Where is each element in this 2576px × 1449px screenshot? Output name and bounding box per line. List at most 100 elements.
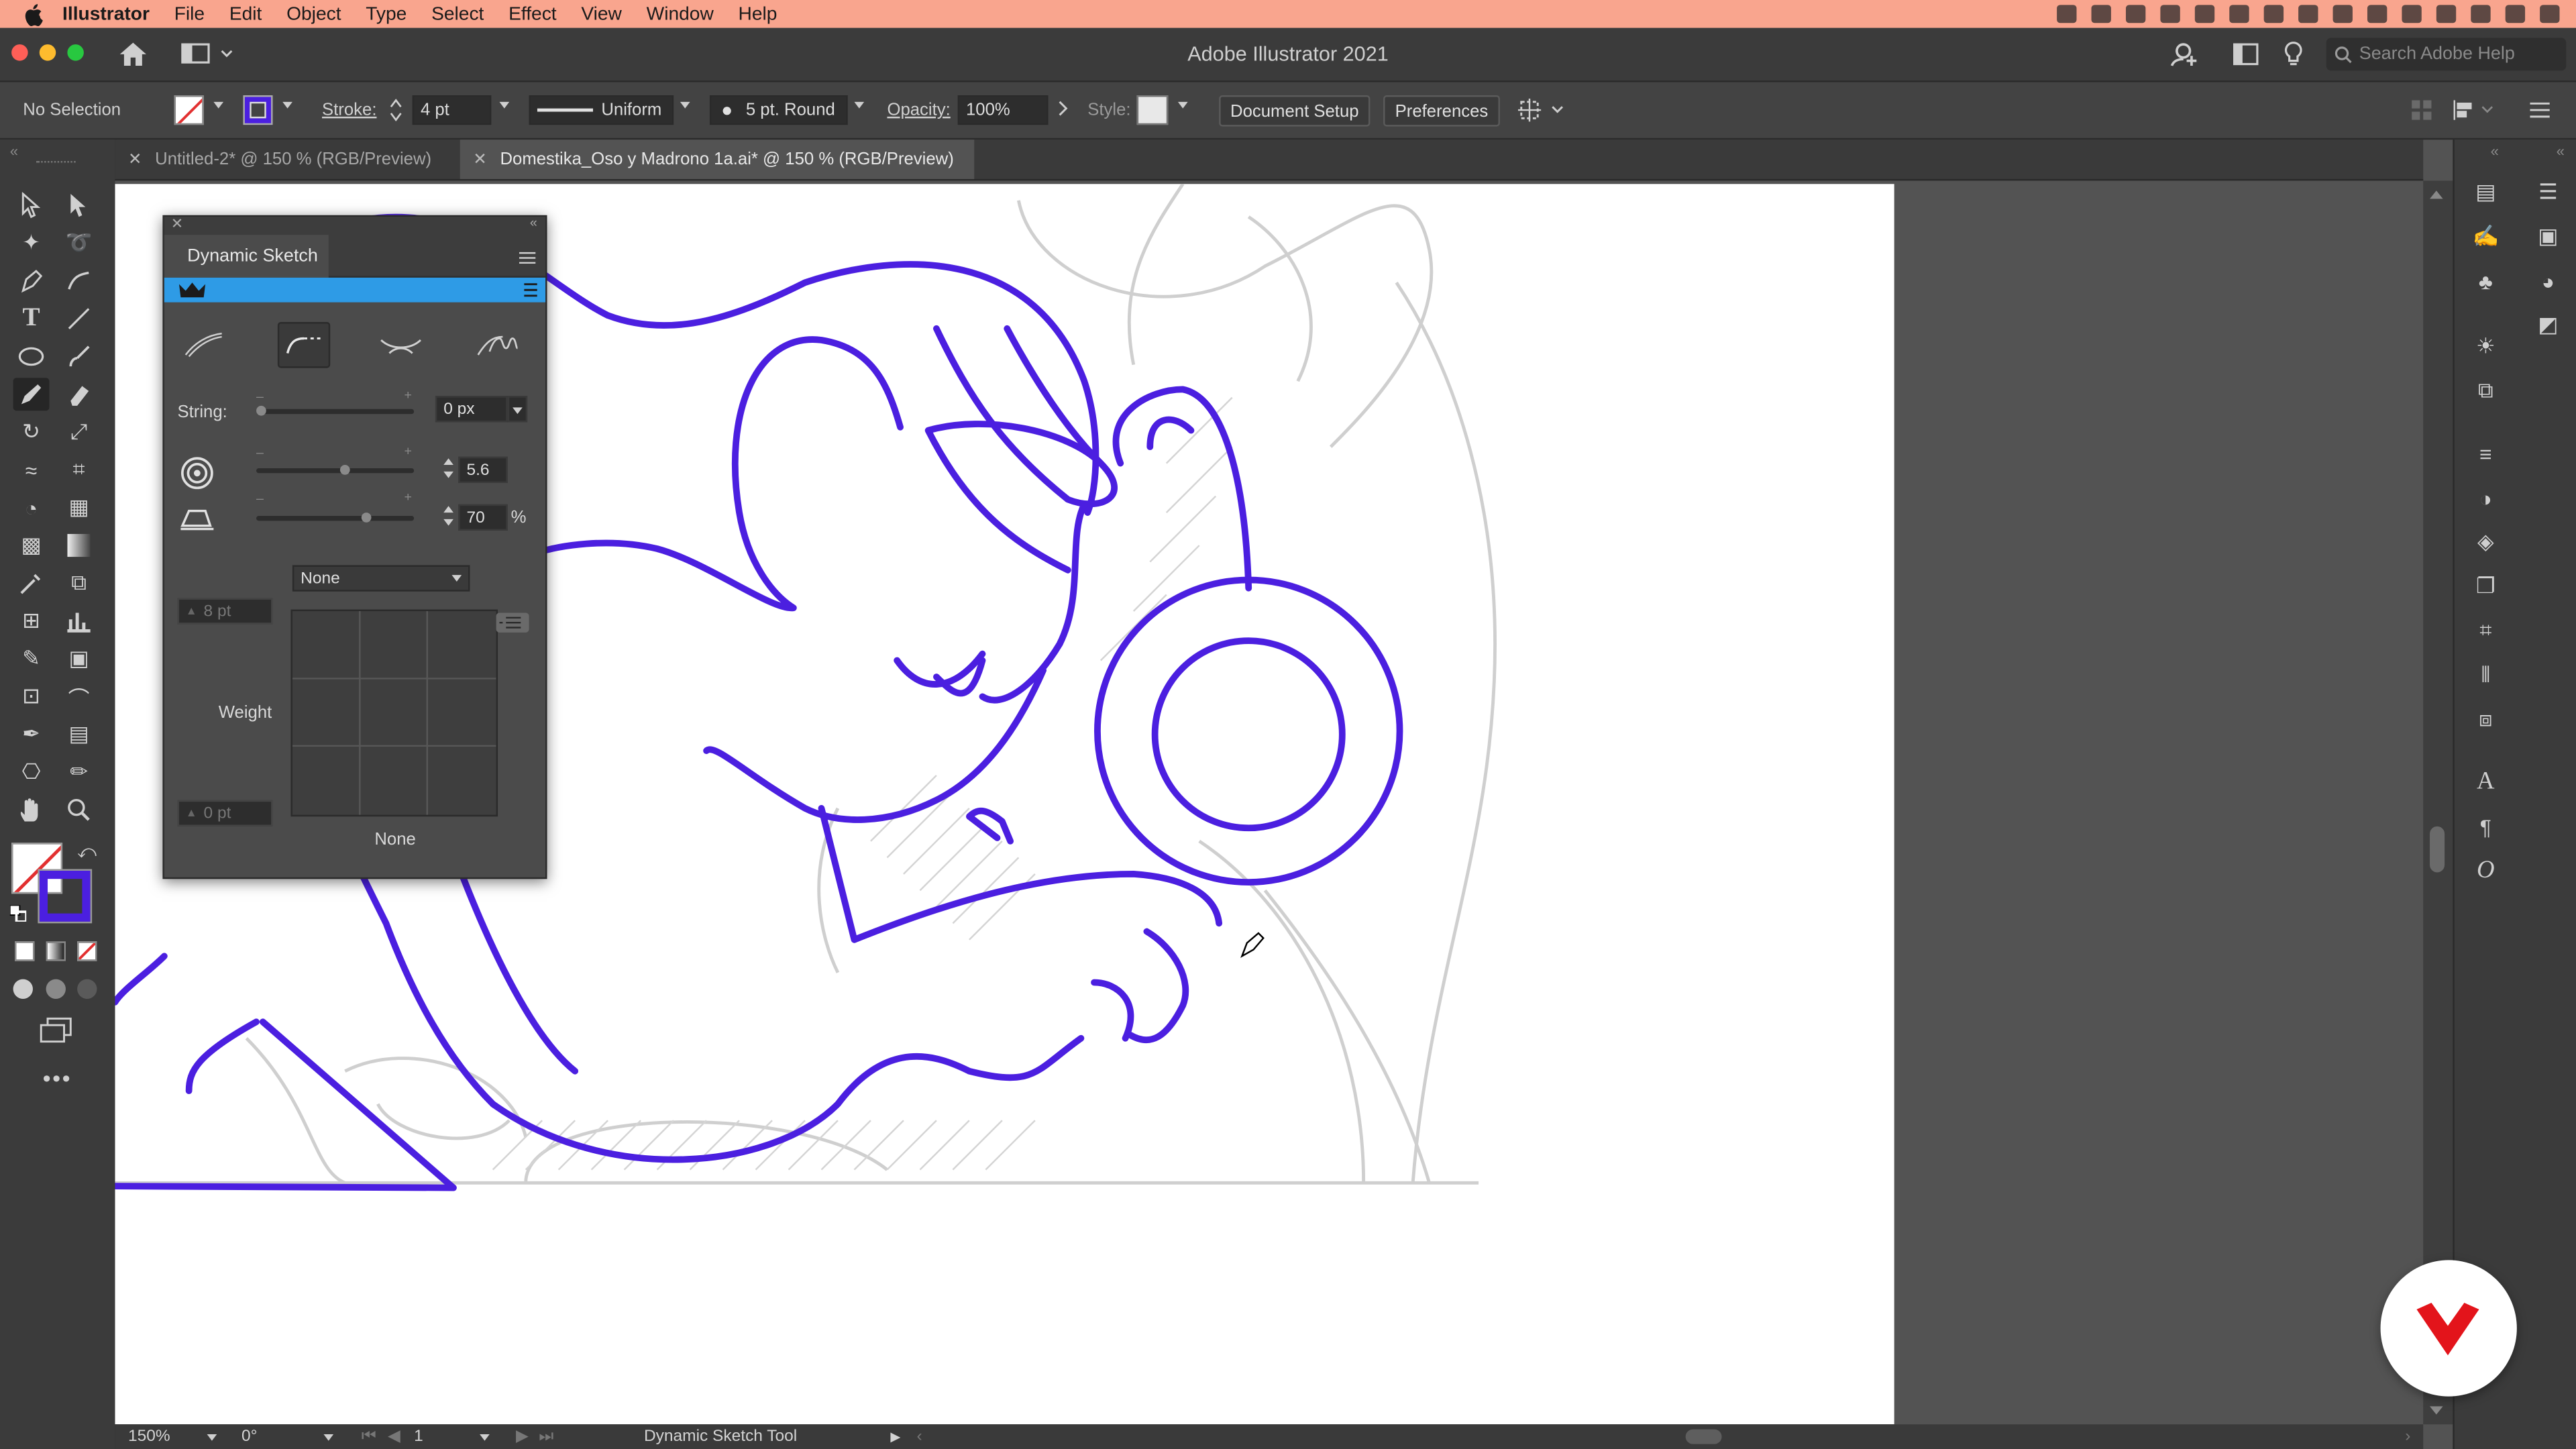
stroke-stepper-icon[interactable] <box>388 95 404 125</box>
min-weight-field[interactable]: ▲ 0 pt <box>177 800 273 826</box>
fill-swatch[interactable] <box>174 95 204 125</box>
selection-tool-icon[interactable] <box>13 189 50 222</box>
string-unit-dropdown[interactable] <box>507 396 528 423</box>
variable-width-profile-field[interactable]: Uniform <box>529 95 674 125</box>
smoothness-value-field[interactable]: 5.6 <box>458 456 508 483</box>
scroll-right-arrow-icon[interactable]: › <box>2405 1428 2410 1446</box>
layers-icon[interactable]: ▣ <box>2533 223 2563 248</box>
status-icon[interactable] <box>2125 5 2146 23</box>
close-panel-icon[interactable]: ✕ <box>171 215 183 233</box>
next-artboard-icon[interactable]: ▶ <box>516 1428 529 1446</box>
zoom-tool-icon[interactable] <box>61 794 97 826</box>
menu-help[interactable]: Help <box>739 4 777 23</box>
last-artboard-icon[interactable]: ⏭ <box>539 1428 553 1446</box>
first-artboard-icon[interactable]: ⏮ <box>362 1428 376 1446</box>
default-colors-icon[interactable] <box>9 904 28 923</box>
ellipse-tool-icon[interactable] <box>13 340 50 373</box>
stroke-swatch[interactable] <box>243 95 273 125</box>
color-mode-icon[interactable] <box>15 941 35 961</box>
status-icon[interactable] <box>2436 5 2457 23</box>
opacity-arrow-icon[interactable] <box>1058 100 1068 121</box>
scroll-thumb[interactable] <box>2430 826 2445 873</box>
type-tool-icon[interactable]: T <box>13 303 50 335</box>
stroke-panel-icon[interactable]: ≡ <box>2471 441 2500 466</box>
profile-dropdown[interactable]: None <box>292 565 470 592</box>
symbols-icon[interactable]: ♣ <box>2471 268 2500 293</box>
pen-tool-alt-icon[interactable]: ✒ <box>13 718 50 751</box>
crop-tool-icon[interactable]: ⊡ <box>13 680 50 713</box>
scroll-up-arrow-icon[interactable] <box>2430 191 2443 199</box>
graphic-styles-icon[interactable]: ⧉ <box>2471 378 2500 402</box>
perspective-grid-tool-icon[interactable]: ▦ <box>61 491 97 524</box>
discover-icon[interactable] <box>2284 41 2303 72</box>
document-setup-button[interactable]: Document Setup <box>1219 95 1371 127</box>
vertical-scrollbar[interactable] <box>2423 180 2453 1425</box>
status-icon[interactable] <box>2229 5 2249 23</box>
align-panel-icon[interactable]: ⫴ <box>2471 662 2500 687</box>
previous-artboard-icon[interactable]: ◀ <box>388 1428 400 1446</box>
status-icon[interactable] <box>2091 5 2111 23</box>
opentype-icon[interactable]: O <box>2471 857 2500 883</box>
string-slider[interactable] <box>256 405 415 416</box>
pressure-graph[interactable] <box>290 609 498 817</box>
transparency-icon[interactable]: ◑ <box>2471 486 2500 511</box>
transform-options-icon[interactable] <box>1517 97 1567 128</box>
wifi-icon[interactable] <box>2367 5 2387 23</box>
mode-smooth-icon[interactable] <box>378 325 424 365</box>
zoom-level[interactable]: 150% <box>128 1428 170 1446</box>
stroke-label[interactable]: Stroke: <box>322 100 376 119</box>
draw-normal-icon[interactable] <box>13 979 33 999</box>
max-weight-field[interactable]: ▲ 8 pt <box>177 598 273 625</box>
menu-effect[interactable]: Effect <box>508 4 557 23</box>
symbol-sprayer-tool-icon[interactable]: ⊞ <box>13 604 50 637</box>
direct-selection-tool-icon[interactable] <box>61 189 97 222</box>
close-tab-icon[interactable]: ✕ <box>473 150 487 168</box>
simplify-value-field[interactable]: 70 <box>458 504 508 531</box>
plugin-menu-icon[interactable] <box>524 282 537 302</box>
simplify-slider-thumb[interactable] <box>361 513 372 523</box>
opacity-field[interactable]: 100% <box>957 95 1049 125</box>
simplify-slider[interactable] <box>256 513 415 523</box>
screen-mode-icon[interactable] <box>40 1017 72 1049</box>
horizontal-scroll-thumb[interactable] <box>1685 1429 1722 1444</box>
paragraph-icon[interactable]: ¶ <box>2471 814 2500 839</box>
shape-builder-tool-icon[interactable]: ◔ <box>13 491 50 524</box>
expand-panels-icon[interactable]: « <box>2557 143 2565 159</box>
status-icon[interactable] <box>2194 5 2215 23</box>
edit-toolbar-icon[interactable]: ••• <box>43 1065 72 1091</box>
rotate-tool-icon[interactable]: ↻ <box>13 416 50 449</box>
string-slider-thumb[interactable] <box>256 405 266 416</box>
share-icon[interactable] <box>2170 41 2200 72</box>
mode-sketch-icon[interactable] <box>180 325 227 365</box>
rotation-chevron-icon[interactable] <box>323 1434 334 1441</box>
collapse-panel-icon[interactable]: « <box>530 215 537 230</box>
hand-tool-icon[interactable] <box>13 794 50 826</box>
status-icon[interactable] <box>2057 5 2077 23</box>
curvature-tool-icon[interactable] <box>61 264 97 297</box>
zoom-chevron-icon[interactable] <box>207 1434 217 1441</box>
blend-tool-icon[interactable]: ⧉ <box>61 567 97 600</box>
none-mode-icon[interactable] <box>77 941 97 961</box>
smoothness-slider[interactable] <box>256 465 415 475</box>
menu-file[interactable]: File <box>174 4 205 23</box>
mesh-tool-icon[interactable]: ▩ <box>13 529 50 562</box>
gradient-panel-icon[interactable]: ◩ <box>2533 312 2563 337</box>
preferences-button[interactable]: Preferences <box>1383 95 1500 127</box>
control-menu-icon[interactable] <box>2530 100 2550 125</box>
layers-panel-icon[interactable]: ◈ <box>2471 529 2500 554</box>
smoothness-stepper-icon[interactable] <box>442 457 455 485</box>
artboard-chevron-icon[interactable] <box>480 1434 490 1441</box>
search-icon[interactable] <box>2505 5 2526 23</box>
align-options-icon[interactable] <box>2451 99 2498 127</box>
slice-tool-icon[interactable]: ▣ <box>61 643 97 676</box>
stroke-dropdown-chevron-icon[interactable] <box>282 101 292 109</box>
fill-dropdown-chevron-icon[interactable] <box>213 101 224 109</box>
swap-fill-stroke-icon[interactable]: ⤺ <box>77 843 97 864</box>
mode-scribble-icon[interactable] <box>475 325 521 365</box>
draw-inside-icon[interactable] <box>77 979 97 999</box>
rotation-value[interactable]: 0° <box>241 1428 257 1446</box>
mode-string-icon[interactable] <box>277 322 331 368</box>
width-tool-icon[interactable]: ≈ <box>13 453 50 486</box>
paintbrush-tool-icon[interactable] <box>61 340 97 373</box>
menu-select[interactable]: Select <box>431 4 484 23</box>
